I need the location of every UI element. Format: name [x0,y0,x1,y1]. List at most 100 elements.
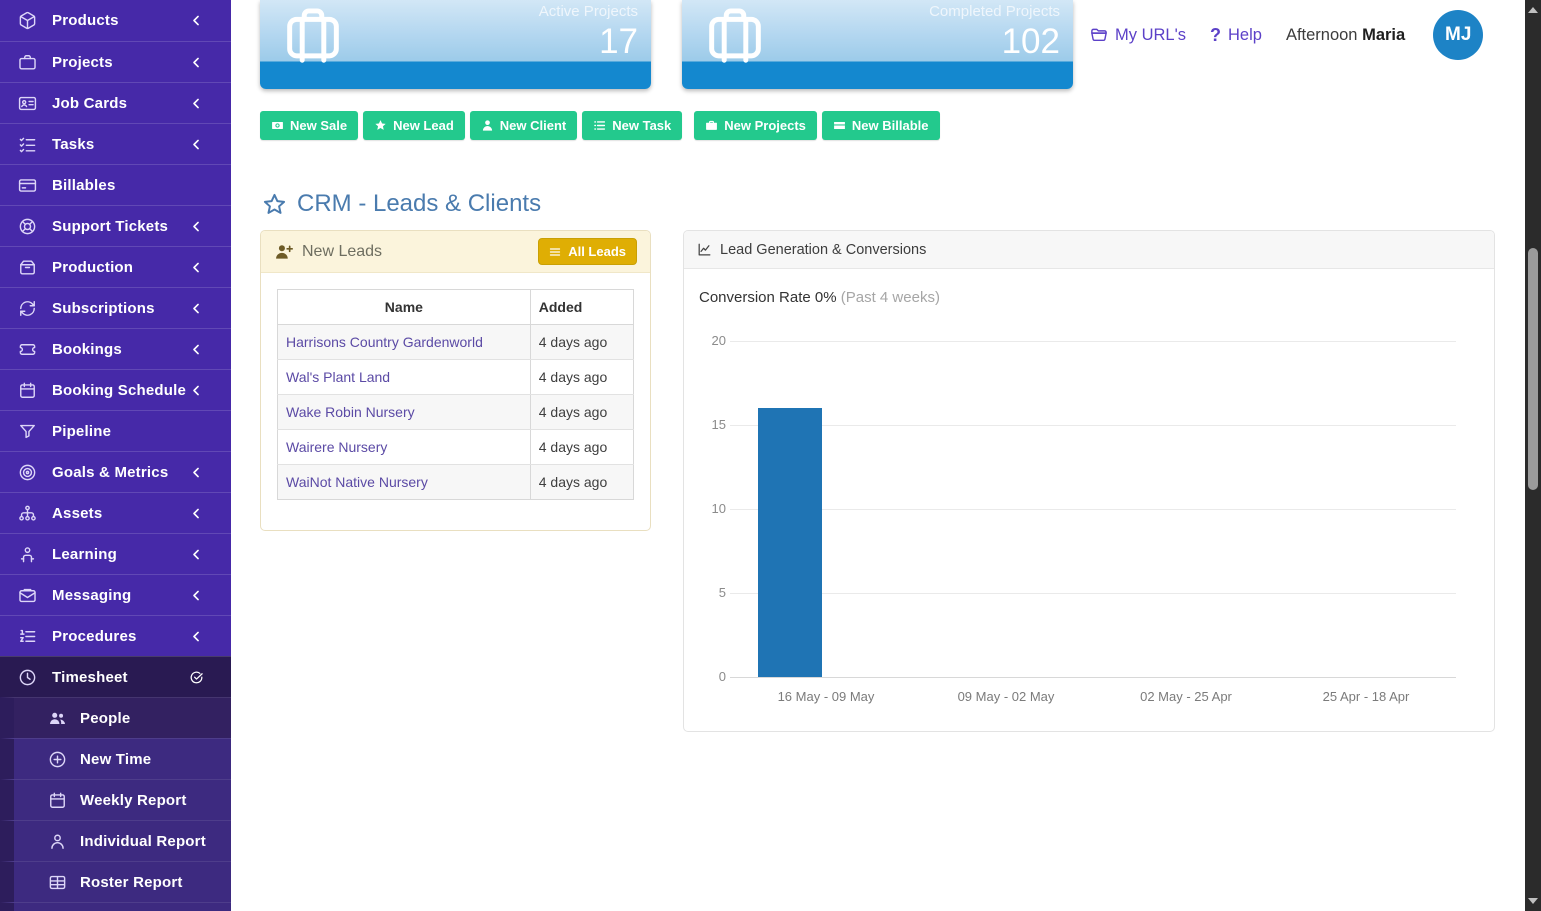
sidebar-item-label: People [80,709,131,727]
circle-check-icon [189,670,204,685]
scrollbar-down-arrow[interactable] [1528,898,1538,904]
ticket-icon [18,340,37,359]
lead-link[interactable]: Harrisons Country Gardenworld [286,334,483,350]
new-projects-button[interactable]: New Projects [694,111,817,140]
sidebar-item-job-cards[interactable]: Job Cards [0,82,231,123]
table-row: Wal's Plant Land 4 days ago [277,359,635,395]
column-header-name: Name [277,289,531,325]
help-link[interactable]: ? Help [1210,25,1262,46]
scrollbar-thumb[interactable] [1528,248,1538,490]
sidebar-item-learning[interactable]: Learning [0,533,231,574]
button-label: New Projects [724,118,806,133]
sync-icon [18,299,37,318]
sidebar-item-label: Pipeline [52,422,112,440]
button-label: New Client [499,118,567,133]
sidebar-item-roster-report[interactable]: Roster Report [0,861,231,902]
sidebar-item-label: Learning [52,545,117,563]
suitcase-icon [278,0,348,72]
lead-name-cell: Wake Robin Nursery [277,394,531,430]
messaging-icon [18,586,37,605]
y-axis-tick-label: 0 [718,669,726,684]
sidebar-item-label: Job Cards [52,94,128,112]
greeting-word: Afternoon [1285,25,1358,44]
sidebar-item-individual-report[interactable]: Individual Report [0,820,231,861]
scrollbar-track[interactable] [1525,0,1541,911]
sidebar-item-products[interactable]: Products [0,0,231,41]
sidebar-item-production[interactable]: Production [0,246,231,287]
stat-value: 17 [599,22,638,61]
sidebar-item-timesheet[interactable]: Timesheet [0,656,231,697]
chevron-left-icon [189,383,204,398]
new-lead-button[interactable]: New Lead [363,111,465,140]
new-leads-panel: New Leads All Leads Name Added Harrisons… [260,230,651,531]
lead-added-cell: 4 days ago [529,359,635,395]
my-urls-link[interactable]: My URL's [1090,26,1186,45]
gridline [730,593,1456,594]
y-axis-tick-label: 10 [711,501,726,516]
sidebar-item-partial [0,902,231,911]
chevron-left-icon [189,96,204,111]
table-row: Harrisons Country Gardenworld 4 days ago [277,324,635,360]
star-icon [374,119,387,132]
user-name: Maria [1362,25,1406,44]
sidebar-item-billables[interactable]: Billables [0,164,231,205]
new-client-button[interactable]: New Client [469,111,578,140]
stat-card-active-projects[interactable]: Active Projects 17 [260,0,651,89]
panel-title: New Leads [302,242,383,260]
top-bar: My URL's ? Help Afternoon Maria MJ [1090,10,1484,60]
button-label: New Lead [393,118,454,133]
new-sale-button[interactable]: New Sale [260,111,359,140]
sidebar-item-subscriptions[interactable]: Subscriptions [0,287,231,328]
lead-link[interactable]: Wake Robin Nursery [286,404,415,420]
lead-link[interactable]: Wal's Plant Land [286,369,390,385]
user-icon [48,832,67,851]
life-ring-icon [18,217,37,236]
sidebar-item-label: Projects [52,53,113,71]
funnel-icon [18,422,37,441]
sidebar-item-label: Tasks [52,135,95,153]
sidebar-item-label: Assets [52,504,103,522]
sidebar-item-label: Products [52,12,119,29]
y-axis-tick-label: 15 [711,417,726,432]
sidebar-item-label: Messaging [52,586,132,604]
chevron-left-icon [189,629,204,644]
bar-chart: 0 5 10 15 20 16 May - 09 May 09 May - 02 May 02… [684,231,1494,731]
sidebar-item-pipeline[interactable]: Pipeline [0,410,231,451]
sidebar-item-label: Billables [52,176,116,194]
sidebar-item-projects[interactable]: Projects [0,41,231,82]
x-axis-tick-label: 25 Apr - 18 Apr [1322,689,1410,704]
star-icon [262,192,287,217]
sidebar-item-assets[interactable]: Assets [0,492,231,533]
sidebar-item-people[interactable]: People [0,697,231,738]
all-leads-label: All Leads [568,244,626,259]
new-billable-button[interactable]: New Billable [821,111,940,140]
sidebar-item-new-time[interactable]: New Time [0,738,231,779]
leads-table: Name Added Harrisons Country Gardenworld… [277,289,635,500]
button-label: New Task [612,118,672,133]
sidebar-item-weekly-report[interactable]: Weekly Report [0,779,231,820]
lead-name-cell: Wairere Nursery [277,429,531,465]
sidebar-item-support-tickets[interactable]: Support Tickets [0,205,231,246]
table-row: Wairere Nursery 4 days ago [277,429,635,465]
sidebar-item-booking-schedule[interactable]: Booking Schedule [0,369,231,410]
sidebar-item-goals-metrics[interactable]: Goals & Metrics [0,451,231,492]
lead-link[interactable]: WaiNot Native Nursery [286,474,428,490]
sidebar-item-messaging[interactable]: Messaging [0,574,231,615]
chevron-left-icon [189,547,204,562]
users-icon [48,709,67,728]
chevron-left-icon [189,55,204,70]
scrollbar-up-arrow[interactable] [1528,7,1538,13]
avatar[interactable]: MJ [1433,10,1484,60]
sidebar-item-procedures[interactable]: Procedures [0,615,231,656]
stat-card-completed-projects[interactable]: Completed Projects 102 [682,0,1073,89]
sidebar-item-label: Support Tickets [52,217,169,235]
sidebar-item-bookings[interactable]: Bookings [0,328,231,369]
new-task-button[interactable]: New Task [582,111,683,140]
sidebar-item-label: Individual Report [80,832,206,850]
chevron-left-icon [189,465,204,480]
all-leads-button[interactable]: All Leads [538,238,637,265]
sidebar-item-tasks[interactable]: Tasks [0,123,231,164]
learning-icon [18,545,37,564]
lead-link[interactable]: Wairere Nursery [286,439,387,455]
box-icon [18,258,37,277]
